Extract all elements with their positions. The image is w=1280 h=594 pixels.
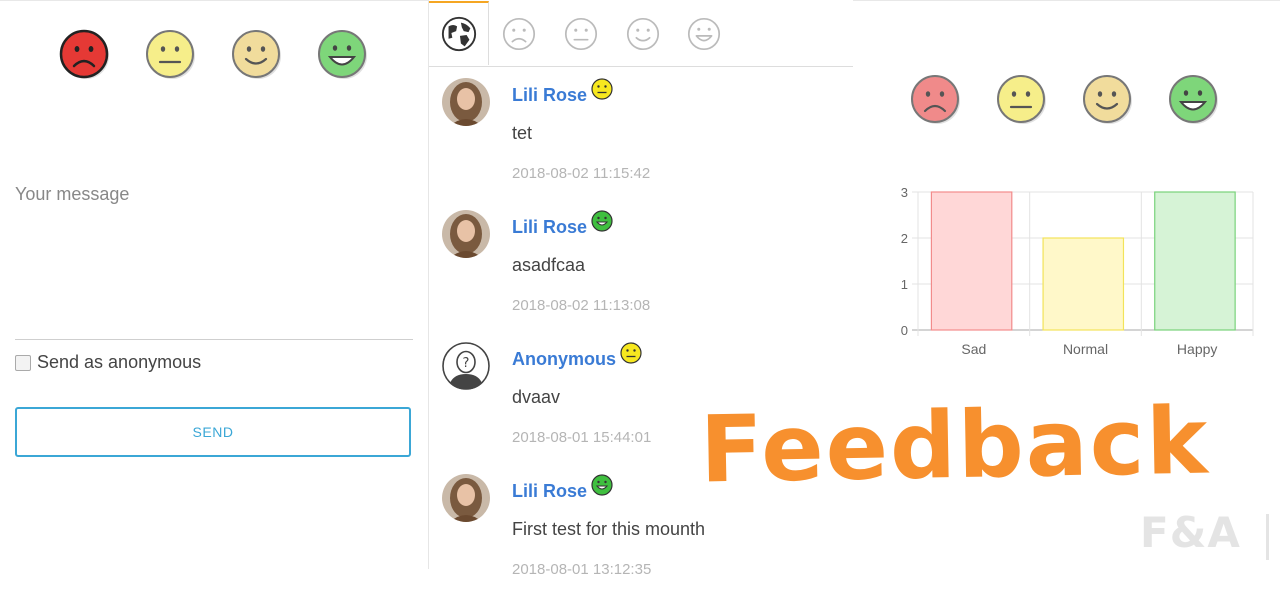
- tab-sad[interactable]: [489, 2, 549, 66]
- x-tick-label: Sad: [961, 341, 986, 357]
- feed-item-time: 2018-08-02 11:15:42: [512, 165, 651, 182]
- author-name: Lili Rose: [512, 84, 588, 105]
- filter-tabs: [429, 1, 853, 67]
- neutral-face-icon: [564, 17, 598, 51]
- smile-face-icon: [1083, 75, 1132, 124]
- mood-normal-button[interactable]: [145, 28, 197, 80]
- sad-face-icon: [59, 29, 109, 79]
- neutral-face-icon: [146, 30, 195, 79]
- neutral-face-icon: [591, 78, 613, 100]
- x-tick-label: Happy: [1177, 341, 1217, 357]
- stat-mood-normal: [996, 73, 1048, 125]
- tab-neutral[interactable]: [551, 2, 611, 66]
- y-tick-label: 2: [901, 231, 908, 246]
- anonymous-checkbox[interactable]: [15, 354, 31, 371]
- user-photo-icon: [442, 210, 490, 258]
- mood-happy-button[interactable]: [231, 28, 283, 80]
- smile-face-icon: [626, 17, 660, 51]
- avatar: ?: [442, 342, 490, 390]
- neutral-face-icon: [620, 342, 642, 364]
- bar-chart-svg: 0 1 2 3 Sad Normal Happy: [901, 185, 1254, 357]
- feed-item: Lili Rose tet 2018-08-02 11:15:42: [429, 66, 853, 198]
- avatar: [442, 78, 490, 126]
- feedback-title: Feedback: [699, 387, 1211, 504]
- happy-face-icon: [591, 474, 613, 496]
- mood-very-happy-button[interactable]: [317, 28, 369, 80]
- mood-bar-chart: 0 1 2 3 Sad Normal Happy: [883, 180, 1263, 370]
- feed-item-author: Lili Rose: [512, 210, 613, 238]
- feed-item-text: asadfcaa: [512, 255, 586, 275]
- y-tick-label: 3: [901, 185, 908, 200]
- feed-item-author: Lili Rose: [512, 78, 613, 106]
- author-name: Anonymous: [512, 348, 617, 369]
- neutral-face-icon: [997, 75, 1046, 124]
- avatar: [442, 210, 490, 258]
- avatar: [442, 474, 490, 522]
- smile-face-icon: [232, 30, 281, 79]
- mood-sad-button[interactable]: [59, 28, 111, 80]
- svg-text:?: ?: [463, 356, 470, 371]
- y-tick-label: 1: [901, 277, 908, 292]
- bar-normal: [1042, 237, 1125, 331]
- watermark-bar: [1266, 514, 1269, 560]
- feedback-form-panel: Your message Send as anonymous SEND: [0, 0, 428, 569]
- anonymous-user-icon: ?: [442, 342, 490, 390]
- stat-mood-sad: [910, 73, 962, 125]
- globe-icon: [441, 16, 476, 52]
- send-button[interactable]: SEND: [15, 407, 411, 457]
- sad-face-icon: [911, 75, 960, 124]
- tab-all[interactable]: [429, 1, 489, 65]
- user-photo-icon: [442, 474, 490, 522]
- laugh-face-icon: [1169, 75, 1218, 124]
- feed-item-text: dvaav: [512, 387, 561, 407]
- top-divider: [0, 0, 428, 1]
- stat-mood-very-happy: [1168, 73, 1220, 125]
- message-underline: [15, 339, 413, 340]
- sad-face-icon: [502, 17, 536, 51]
- stat-mood-happy: [1082, 73, 1134, 125]
- laugh-face-icon: [318, 30, 367, 79]
- feed-item-author: Anonymous: [512, 342, 642, 370]
- feed-item: Lili Rose asadfcaa 2018-08-02 11:13:08: [429, 198, 853, 330]
- watermark: F&A: [1140, 508, 1241, 557]
- feed-item-time: 2018-08-01 15:44:01: [512, 429, 652, 446]
- bar-happy: [1154, 191, 1236, 331]
- author-name: Lili Rose: [512, 480, 588, 501]
- top-divider: [853, 0, 1280, 1]
- y-tick-label: 0: [901, 323, 908, 338]
- author-name: Lili Rose: [512, 216, 588, 237]
- tab-smile[interactable]: [613, 2, 673, 66]
- anonymous-label: Send as anonymous: [37, 352, 202, 372]
- feed-item-time: 2018-08-01 13:12:35: [512, 561, 652, 578]
- happy-face-icon: [591, 210, 613, 232]
- bar-sad: [930, 191, 1013, 331]
- feed-list: Lili Rose tet 2018-08-02 11:15:42 Lili R…: [429, 66, 853, 594]
- user-photo-icon: [442, 78, 490, 126]
- message-input[interactable]: Your message: [15, 184, 129, 205]
- feed-item-author: Lili Rose: [512, 474, 613, 502]
- x-tick-label: Normal: [1063, 341, 1108, 357]
- feed-item-text: First test for this mounth: [512, 519, 706, 539]
- tab-happy[interactable]: [674, 2, 734, 66]
- anonymous-checkbox-row[interactable]: Send as anonymous: [15, 352, 201, 373]
- happy-face-icon: [687, 17, 721, 51]
- feed-item-text: tet: [512, 123, 533, 143]
- feed-item-time: 2018-08-02 11:13:08: [512, 297, 651, 314]
